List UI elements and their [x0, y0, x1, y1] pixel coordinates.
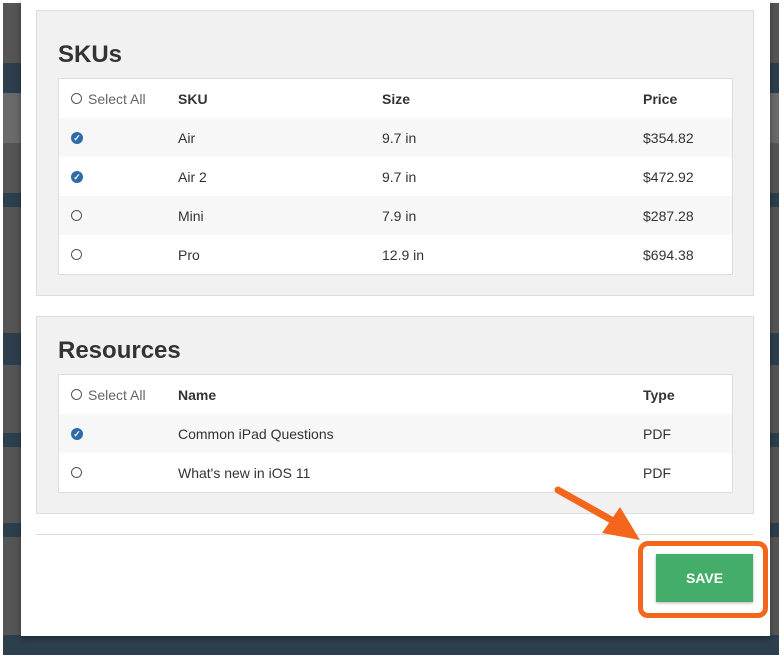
- annotation-arrow-icon: [554, 486, 640, 540]
